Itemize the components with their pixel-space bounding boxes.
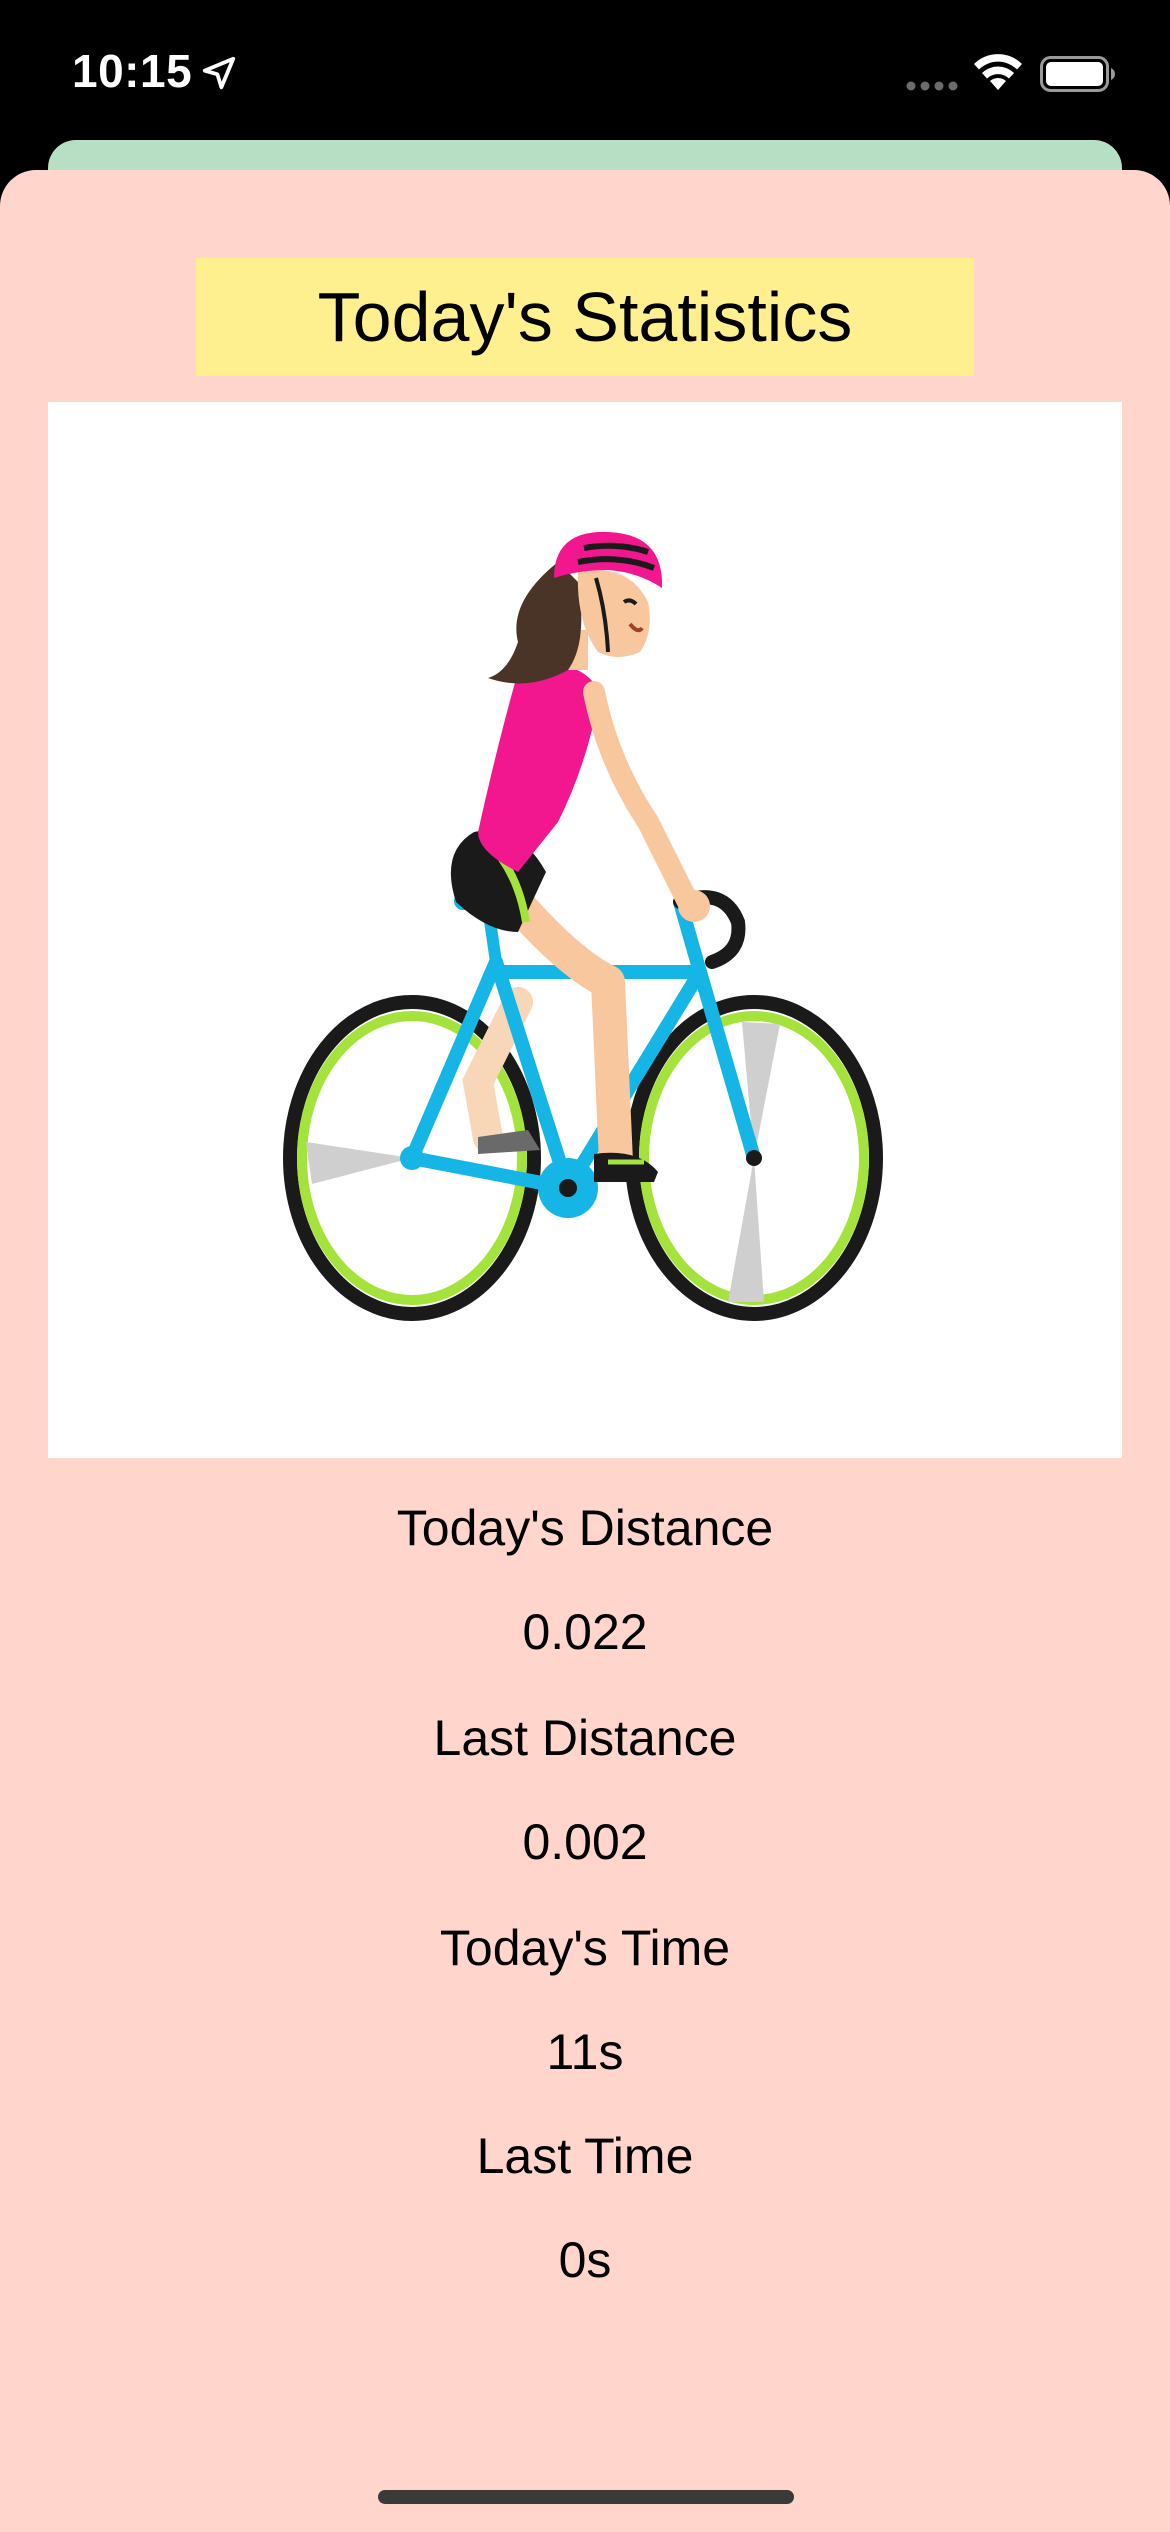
cellular-signal-icon	[906, 81, 958, 91]
last-distance-label: Last Distance	[433, 1710, 737, 1766]
cyclist-illustration	[283, 531, 883, 1321]
battery-icon	[1040, 56, 1115, 92]
wifi-icon	[974, 54, 1022, 90]
page-title: Today's Statistics	[317, 278, 853, 356]
last-distance-value: 0.002	[522, 1814, 648, 1870]
home-indicator[interactable]	[378, 2490, 794, 2504]
status-time: 10:15	[72, 45, 193, 97]
last-time-value: 0s	[558, 2232, 612, 2288]
cyclist-image	[48, 402, 1122, 1458]
location-arrow-icon	[202, 56, 236, 90]
status-bar: 10:15	[0, 0, 1170, 150]
todays-time-value: 11s	[546, 2024, 624, 2080]
todays-distance-value: 0.022	[522, 1604, 648, 1660]
todays-distance-label: Today's Distance	[396, 1500, 774, 1556]
page-title-banner: Today's Statistics	[196, 258, 974, 376]
screen: 10:15 Today's Statistics Today's Distanc…	[0, 0, 1170, 2532]
statistics-sheet: Today's Statistics Today's Distance 0.02…	[0, 170, 1170, 2532]
last-time-label: Last Time	[476, 2128, 694, 2184]
todays-time-label: Today's Time	[439, 1920, 731, 1976]
